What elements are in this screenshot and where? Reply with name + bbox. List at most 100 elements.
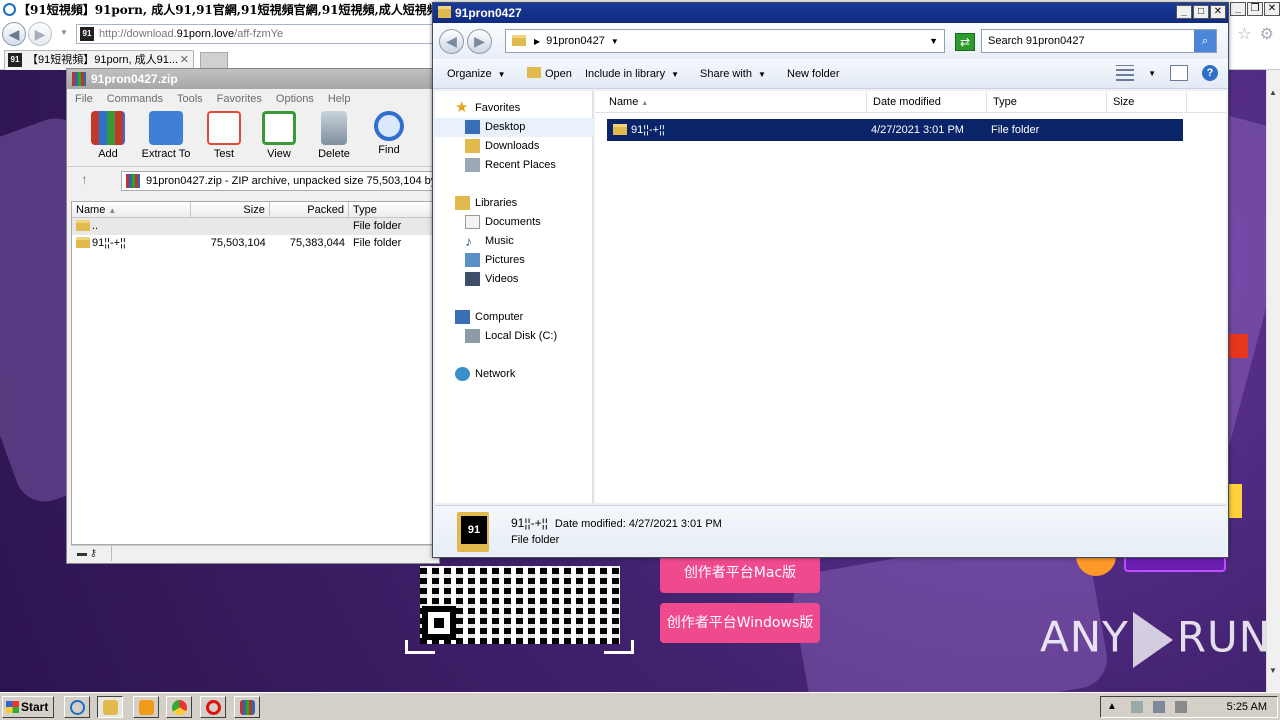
file-list: Name ▲ Date modified Type Size 91¦¦-+¦¦ … <box>595 91 1226 503</box>
add-button[interactable]: Add <box>79 111 137 160</box>
search-input[interactable]: Search 91pron0427 ⌕ <box>981 29 1217 53</box>
creator-windows-button[interactable]: 创作者平台Windows版 <box>660 603 820 643</box>
col-name[interactable]: Name ▲ <box>72 202 191 217</box>
taskbar-ie[interactable] <box>64 696 90 718</box>
extract-to-button[interactable]: Extract To <box>137 111 195 160</box>
delete-button[interactable]: Delete <box>305 111 363 160</box>
nav-desktop[interactable]: Desktop <box>435 118 593 137</box>
history-dropdown-icon[interactable]: ▼ <box>60 28 68 37</box>
winrar-title-bar[interactable]: 91pron0427.zip <box>67 69 439 89</box>
tab-label: 【91短視頻】91porn, 成人91... <box>27 54 179 66</box>
nav-pictures[interactable]: Pictures <box>435 251 593 270</box>
tray-app-icon[interactable] <box>1131 701 1143 713</box>
flag-tray-icon[interactable] <box>1175 701 1187 713</box>
organize-button[interactable]: Organize ▼ <box>447 59 506 90</box>
preview-pane-icon[interactable] <box>1170 65 1188 81</box>
winrar-icon <box>240 700 255 715</box>
network-tray-icon[interactable] <box>1153 701 1165 713</box>
nav-recent-places[interactable]: Recent Places <box>435 156 593 175</box>
test-button[interactable]: Test <box>195 111 253 160</box>
view-dropdown-icon[interactable]: ▼ <box>1148 69 1156 78</box>
scroll-up-icon[interactable]: ▲ <box>1269 88 1277 97</box>
col-name[interactable]: Name ▲ <box>603 91 867 113</box>
clock[interactable]: 5:25 AM <box>1227 697 1267 717</box>
taskbar-chrome[interactable] <box>166 696 192 718</box>
favorites-star-icon[interactable]: ☆ <box>1237 24 1251 44</box>
maximize-button[interactable]: □ <box>1193 5 1209 19</box>
minimize-button[interactable]: _ <box>1230 2 1246 16</box>
explorer-title-bar[interactable]: 91pron0427 _ □ ✕ <box>433 3 1228 23</box>
breadcrumb-dropdown-icon[interactable]: ▼ <box>929 30 938 52</box>
nav-videos[interactable]: Videos <box>435 270 593 289</box>
browser-tab[interactable]: 91 【91短視頻】91porn, 成人91... ✕ <box>4 50 194 70</box>
winrar-icon <box>72 72 86 86</box>
scroll-down-icon[interactable]: ▼ <box>1269 666 1277 675</box>
settings-gear-icon[interactable]: ⚙ <box>1260 24 1274 44</box>
address-bar[interactable]: 91 http://download.91porn.love/aff-fzmYe <box>76 24 436 44</box>
tray-expand-icon[interactable]: ▲ <box>1107 701 1119 713</box>
find-button[interactable]: Find <box>360 111 418 156</box>
start-button[interactable]: Start <box>2 696 54 718</box>
close-button[interactable]: ✕ <box>1210 5 1226 19</box>
table-row[interactable]: 91¦¦-+¦¦ 75,503,104 75,383,044 File fold… <box>72 235 438 252</box>
nav-local-disk[interactable]: Local Disk (C:) <box>435 327 593 346</box>
nav-music[interactable]: ♪ Music <box>435 232 593 251</box>
menu-commands[interactable]: Commands <box>107 89 163 109</box>
forward-icon[interactable]: ▶ <box>28 22 52 46</box>
col-packed[interactable]: Packed <box>270 202 349 217</box>
address-url[interactable]: http://download.91porn.love/aff-fzmYe <box>99 25 283 43</box>
col-type[interactable]: Type <box>987 91 1107 113</box>
forward-icon[interactable]: ▶ <box>467 29 492 54</box>
nav-documents[interactable]: Documents <box>435 213 593 232</box>
refresh-icon[interactable]: ⇄ <box>955 33 975 51</box>
drive-key-icon[interactable]: ▬ ⚷ <box>77 548 97 559</box>
menu-options[interactable]: Options <box>276 89 314 109</box>
search-icon[interactable]: ⌕ <box>1194 30 1216 52</box>
details-pane: 91 91¦¦-+¦¦ Date modified: 4/27/2021 3:0… <box>435 505 1226 555</box>
taskbar-winrar[interactable] <box>234 696 260 718</box>
nav-favorites[interactable]: ★ Favorites <box>435 99 593 118</box>
archive-path-field[interactable]: 91pron0427.zip - ZIP archive, unpacked s… <box>121 171 439 191</box>
taskbar-media[interactable] <box>133 696 159 718</box>
back-icon[interactable]: ◀ <box>439 29 464 54</box>
restore-button[interactable]: ❐ <box>1247 2 1263 16</box>
winrar-status-bar: ▬ ⚷ <box>71 545 439 561</box>
tab-close-icon[interactable]: ✕ <box>180 51 189 69</box>
table-row[interactable]: .. File folder <box>72 218 438 235</box>
new-folder-button[interactable]: New folder <box>787 59 840 89</box>
file-row[interactable]: 91¦¦-+¦¦ 4/27/2021 3:01 PM File folder <box>607 119 1183 141</box>
navigation-pane: ★ Favorites Desktop Downloads Recent Pla… <box>435 91 593 503</box>
share-with-button[interactable]: Share with ▼ <box>700 59 766 90</box>
creator-mac-button[interactable]: 创作者平台Mac版 <box>660 553 820 593</box>
change-view-icon[interactable] <box>1116 65 1135 81</box>
col-size[interactable]: Size <box>191 202 270 217</box>
taskbar-explorer[interactable] <box>97 696 123 718</box>
red-envelope-icon[interactable] <box>1228 334 1248 358</box>
minimize-button[interactable]: _ <box>1176 5 1192 19</box>
nav-network[interactable]: Network <box>435 365 593 384</box>
browser-scrollbar[interactable]: ▲ ▼ <box>1266 70 1280 692</box>
folder-icon <box>512 35 526 46</box>
view-button[interactable]: View <box>250 111 308 160</box>
up-arrow-icon[interactable]: ↑ <box>81 171 88 187</box>
recent-places-icon <box>465 158 480 172</box>
menu-tools[interactable]: Tools <box>177 89 203 109</box>
back-icon[interactable]: ◀ <box>2 22 26 46</box>
col-date-modified[interactable]: Date modified <box>867 91 987 113</box>
taskbar-opera[interactable] <box>200 696 226 718</box>
breadcrumb[interactable]: ▶ 91pron0427 ▼ ▼ <box>505 29 945 53</box>
nav-downloads[interactable]: Downloads <box>435 137 593 156</box>
help-icon[interactable]: ? <box>1202 65 1218 81</box>
col-type[interactable]: Type <box>349 202 439 217</box>
menu-help[interactable]: Help <box>328 89 351 109</box>
nav-libraries[interactable]: Libraries <box>435 194 593 213</box>
menu-file[interactable]: File <box>75 89 93 109</box>
add-icon <box>91 111 125 145</box>
include-in-library-button[interactable]: Include in library ▼ <box>585 59 679 90</box>
opera-icon <box>206 700 221 715</box>
close-button[interactable]: ✕ <box>1264 2 1280 16</box>
nav-computer[interactable]: Computer <box>435 308 593 327</box>
col-size[interactable]: Size <box>1107 91 1187 113</box>
open-button[interactable]: Open <box>527 59 572 89</box>
menu-favorites[interactable]: Favorites <box>217 89 262 109</box>
